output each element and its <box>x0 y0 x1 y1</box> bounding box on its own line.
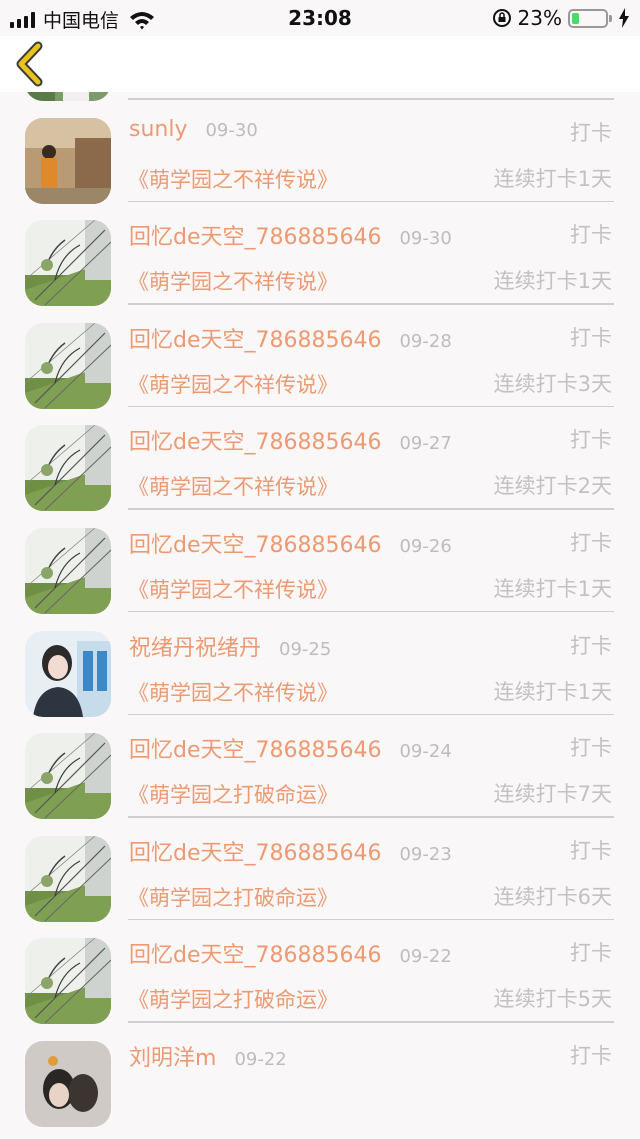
battery-icon <box>568 8 608 28</box>
avatar[interactable] <box>25 835 111 922</box>
action-label: 打卡 <box>570 325 612 350</box>
book-title[interactable]: 《萌学园之不祥传说》 <box>128 369 338 399</box>
status-bar: 中国电信 23:08 23% <box>0 0 640 36</box>
list-item[interactable]: 回忆de天空_786885646 09-30 打卡《萌学园之不祥传说》 连续打卡1天 <box>0 202 640 307</box>
user-name[interactable]: 回忆de天空_786885646 <box>129 527 381 559</box>
back-button[interactable] <box>12 40 52 88</box>
action-label: 打卡 <box>570 120 612 145</box>
book-title[interactable]: 《萌学园之不祥传说》 <box>128 266 338 296</box>
charging-icon <box>619 8 629 28</box>
book-title[interactable]: 《萌学园之不祥传说》 <box>128 677 338 707</box>
action-label: 打卡 <box>570 530 612 555</box>
book-title[interactable]: 《萌学园之打破命运》 <box>128 779 338 809</box>
name-line: 祝绪丹祝绪丹 09-25 <box>129 630 332 662</box>
book-title[interactable]: 《萌学园之打破命运》 <box>128 882 338 912</box>
user-name[interactable]: 回忆de天空_786885646 <box>129 732 381 764</box>
battery-tip <box>609 14 612 22</box>
action-label: 打卡 <box>570 736 612 761</box>
user-name[interactable]: 回忆de天空_786885646 <box>129 424 381 456</box>
list-item[interactable]: 回忆de天空_786885646 09-28 打卡《萌学园之不祥传说》 连续打卡3天 <box>0 305 640 409</box>
user-name[interactable]: 回忆de天空_786885646 <box>129 835 381 867</box>
name-line: 回忆de天空_786885646 09-22 <box>129 937 452 969</box>
list-item[interactable]: sunly 09-30 打卡《萌学园之不祥传说》 连续打卡1天 <box>0 100 640 204</box>
book-title[interactable]: 《萌学园之不祥传说》 <box>128 574 338 604</box>
streak-count: 连续打卡6天 <box>493 884 612 909</box>
checkin-date: 09-28 <box>399 330 452 352</box>
list-item[interactable]: 回忆de天空_786885646 09-27 打卡《萌学园之不祥传说》 连续打卡2天 <box>0 407 640 512</box>
action-label: 打卡 <box>570 223 612 248</box>
action-label: 打卡 <box>570 941 612 966</box>
checkin-date: 09-26 <box>399 535 452 557</box>
checkin-date: 09-22 <box>399 946 452 968</box>
checkin-date: 09-30 <box>399 228 452 250</box>
battery-percent: 23% <box>517 6 562 30</box>
name-line: 回忆de天空_786885646 09-30 <box>129 219 452 251</box>
avatar[interactable] <box>25 425 111 512</box>
list-item[interactable]: 回忆de天空_786885646 09-22 打卡《萌学园之打破命运》 连续打卡5天 <box>0 920 640 1025</box>
rotation-lock-icon <box>492 9 511 27</box>
list-item[interactable]: 祝绪丹祝绪丹 09-25 打卡《萌学园之不祥传说》 连续打卡1天 <box>0 613 640 717</box>
avatar[interactable] <box>25 117 111 204</box>
checkin-list[interactable]: 秋竹寻梅09-30打卡《萌学园之不祥传说》连续打卡1天sunly09-30打卡《… <box>0 92 640 1139</box>
list-item[interactable]: 刘明洋m 09-22 打卡 <box>0 1023 640 1127</box>
book-title[interactable]: 《萌学园之不祥传说》 <box>128 164 338 194</box>
checkin-date: 09-27 <box>399 433 452 455</box>
checkin-date: 09-22 <box>234 1048 287 1070</box>
list-item[interactable]: 回忆de天空_786885646 09-26 打卡《萌学园之不祥传说》 连续打卡1天 <box>0 510 640 614</box>
user-name[interactable]: 回忆de天空_786885646 <box>129 219 381 251</box>
user-name[interactable]: 刘明洋m <box>129 1040 216 1072</box>
avatar[interactable] <box>25 630 111 717</box>
checkin-date: 09-30 <box>205 119 258 141</box>
streak-count: 连续打卡1天 <box>493 269 612 294</box>
action-label: 打卡 <box>570 428 612 453</box>
streak-count: 连续打卡7天 <box>493 782 612 807</box>
user-name[interactable]: 回忆de天空_786885646 <box>129 937 381 969</box>
name-line: sunly 09-30 <box>129 117 258 147</box>
streak-count: 连续打卡3天 <box>493 371 612 396</box>
action-label: 打卡 <box>570 633 612 658</box>
name-line: 回忆de天空_786885646 09-28 <box>129 322 452 354</box>
user-name[interactable]: sunly <box>129 117 187 142</box>
list-item[interactable]: 回忆de天空_786885646 09-24 打卡《萌学园之打破命运》 连续打卡7天 <box>0 715 640 820</box>
user-name[interactable]: 回忆de天空_786885646 <box>129 322 381 354</box>
list-item[interactable]: 回忆de天空_786885646 09-23 打卡《萌学园之打破命运》 连续打卡6天 <box>0 818 640 922</box>
checkin-date: 09-23 <box>399 843 452 865</box>
avatar[interactable] <box>25 527 111 614</box>
checkin-date: 09-25 <box>279 638 332 660</box>
avatar[interactable] <box>25 733 111 820</box>
status-right: 23% <box>492 6 630 30</box>
user-name[interactable]: 祝绪丹祝绪丹 <box>129 630 261 662</box>
name-line: 回忆de天空_786885646 09-27 <box>129 424 452 456</box>
avatar[interactable] <box>25 1040 111 1127</box>
nav-bar <box>0 36 640 92</box>
book-title[interactable]: 《萌学园之打破命运》 <box>128 984 338 1014</box>
list-item[interactable]: 秋竹寻梅09-30打卡《萌学园之不祥传说》连续打卡1天 <box>0 92 640 101</box>
name-line: 回忆de天空_786885646 09-26 <box>129 527 452 559</box>
name-line: 回忆de天空_786885646 09-24 <box>129 732 452 764</box>
streak-count: 连续打卡1天 <box>493 679 612 704</box>
name-line: 回忆de天空_786885646 09-23 <box>129 835 452 867</box>
book-title[interactable]: 《萌学园之不祥传说》 <box>128 471 338 501</box>
streak-count: 连续打卡1天 <box>493 166 612 191</box>
avatar[interactable] <box>25 220 111 307</box>
avatar[interactable] <box>25 322 111 409</box>
checkin-date: 09-24 <box>399 741 452 763</box>
chevron-left-icon <box>16 41 43 87</box>
name-line: 刘明洋m 09-22 <box>129 1040 287 1072</box>
avatar[interactable] <box>25 938 111 1025</box>
streak-count: 连续打卡2天 <box>493 474 612 499</box>
action-label: 打卡 <box>570 1043 612 1068</box>
action-label: 打卡 <box>570 838 612 863</box>
streak-count: 连续打卡5天 <box>493 987 612 1012</box>
streak-count: 连续打卡1天 <box>493 576 612 601</box>
